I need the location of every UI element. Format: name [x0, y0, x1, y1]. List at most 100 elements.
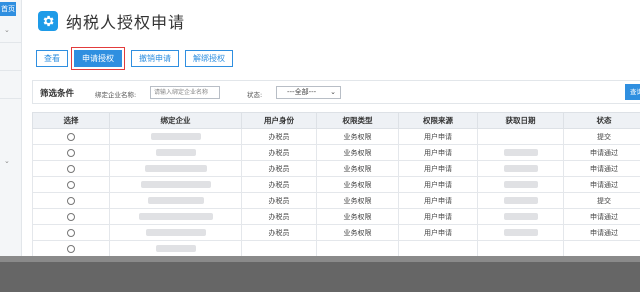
source-cell: 用户申请 [398, 208, 478, 225]
status-cell [563, 240, 640, 257]
company-cell [109, 192, 242, 209]
sidebar-divider [0, 98, 22, 99]
company-cell [109, 160, 242, 177]
row-radio[interactable] [67, 196, 75, 205]
chevron-down-icon[interactable]: ⌄ [4, 157, 10, 165]
bottom-overlay [0, 256, 640, 292]
status-select-value: ---全部--- [287, 88, 317, 96]
date-cell [477, 208, 564, 225]
column-header: 权限类型 [316, 112, 399, 129]
role-cell: 办税员 [241, 128, 317, 145]
table-row[interactable]: 办税员 业务权限 用户申请 申请通过 [32, 208, 640, 225]
source-cell: 用户申请 [398, 224, 478, 241]
filter-title: 筛选条件 [40, 89, 75, 99]
role-cell [241, 240, 317, 257]
sidebar-divider [0, 70, 22, 71]
company-cell [109, 240, 242, 257]
redacted-text [503, 197, 538, 204]
revoke-application-button[interactable]: 撤销申请 [131, 50, 179, 67]
view-button[interactable]: 查看 [36, 50, 68, 67]
perm-type-cell: 业务权限 [316, 176, 399, 193]
select-cell [32, 240, 110, 257]
column-header: 权限来源 [398, 112, 478, 129]
table-row[interactable]: 办税员 业务权限 用户申请 申请通过 [32, 224, 640, 241]
overlay-edge [0, 256, 640, 262]
select-cell [32, 160, 110, 177]
authorization-table: 选择 绑定企业 用户身份 权限类型 权限来源 获取日期 状态 办税员 业务权限 … [32, 112, 640, 257]
unbind-authorization-button[interactable]: 解绑授权 [185, 50, 233, 67]
date-cell [477, 176, 564, 193]
source-cell [398, 240, 478, 257]
role-cell: 办税员 [241, 224, 317, 241]
perm-type-cell: 业务权限 [316, 208, 399, 225]
row-radio[interactable] [67, 132, 75, 141]
chevron-down-icon[interactable]: ⌄ [4, 26, 10, 34]
toolbar: 查看 申请授权 撤销申请 解绑授权 [36, 47, 239, 70]
row-radio[interactable] [67, 228, 75, 237]
status-cell: 申请通过 [563, 144, 640, 161]
table-row[interactable] [32, 240, 640, 257]
status-cell: 申请通过 [563, 224, 640, 241]
company-search-input[interactable]: 请输入绑定企业名称 [150, 86, 220, 99]
select-cell [32, 176, 110, 193]
row-radio[interactable] [67, 164, 75, 173]
page-header: 纳税人授权申请 [38, 9, 185, 33]
row-radio[interactable] [67, 212, 75, 221]
status-cell: 申请通过 [563, 208, 640, 225]
role-cell: 办税员 [241, 144, 317, 161]
filter-bar: 筛选条件 绑定企业名称: 请输入绑定企业名称 状态: ---全部--- ⌄ 查询 [32, 80, 640, 104]
status-label: 状态: [247, 91, 263, 99]
apply-authorization-button[interactable]: 申请授权 [74, 50, 122, 67]
role-cell: 办税员 [241, 160, 317, 177]
table-row[interactable]: 办税员 业务权限 用户申请 提交 [32, 192, 640, 209]
company-label: 绑定企业名称: [95, 91, 137, 99]
row-radio[interactable] [67, 244, 75, 253]
redacted-text [503, 165, 538, 172]
redacted-text [150, 133, 201, 140]
perm-type-cell: 业务权限 [316, 192, 399, 209]
redacted-text [144, 165, 207, 172]
table-row[interactable]: 办税员 业务权限 用户申请 申请通过 [32, 176, 640, 193]
company-cell [109, 224, 242, 241]
redacted-text [503, 213, 538, 220]
column-header: 绑定企业 [109, 112, 242, 129]
perm-type-cell: 业务权限 [316, 128, 399, 145]
status-select[interactable]: ---全部--- ⌄ [276, 86, 341, 99]
company-cell [109, 128, 242, 145]
redacted-text [503, 229, 538, 236]
company-cell [109, 176, 242, 193]
main-panel: 纳税人授权申请 查看 申请授权 撤销申请 解绑授权 筛选条件 绑定企业名称: 请… [28, 0, 640, 257]
perm-type-cell: 业务权限 [316, 160, 399, 177]
chevron-down-icon: ⌄ [330, 88, 336, 96]
redacted-text [147, 197, 204, 204]
row-radio[interactable] [67, 180, 75, 189]
source-cell: 用户申请 [398, 192, 478, 209]
redacted-text [503, 181, 538, 188]
redacted-text [138, 213, 213, 220]
sidebar-item-home[interactable]: 首页 [0, 2, 16, 16]
table-header-row: 选择 绑定企业 用户身份 权限类型 权限来源 获取日期 状态 [32, 112, 640, 129]
column-header: 选择 [32, 112, 110, 129]
date-cell [477, 240, 564, 257]
status-cell: 申请通过 [563, 176, 640, 193]
sidebar-divider [0, 42, 22, 43]
date-cell [477, 160, 564, 177]
date-cell [477, 144, 564, 161]
source-cell: 用户申请 [398, 144, 478, 161]
source-cell: 用户申请 [398, 176, 478, 193]
date-cell [477, 224, 564, 241]
perm-type-cell: 业务权限 [316, 144, 399, 161]
table-row[interactable]: 办税员 业务权限 用户申请 申请通过 [32, 160, 640, 177]
row-radio[interactable] [67, 148, 75, 157]
column-header: 获取日期 [477, 112, 564, 129]
column-header: 用户身份 [241, 112, 317, 129]
table-row[interactable]: 办税员 业务权限 用户申请 提交 [32, 128, 640, 145]
select-cell [32, 192, 110, 209]
table-row[interactable]: 办税员 业务权限 用户申请 申请通过 [32, 144, 640, 161]
apply-button-highlight: 申请授权 [71, 47, 125, 70]
search-button[interactable]: 查询 [625, 84, 640, 100]
redacted-text [155, 245, 196, 252]
perm-type-cell [316, 240, 399, 257]
redacted-text [140, 181, 211, 188]
redacted-text [155, 149, 196, 156]
